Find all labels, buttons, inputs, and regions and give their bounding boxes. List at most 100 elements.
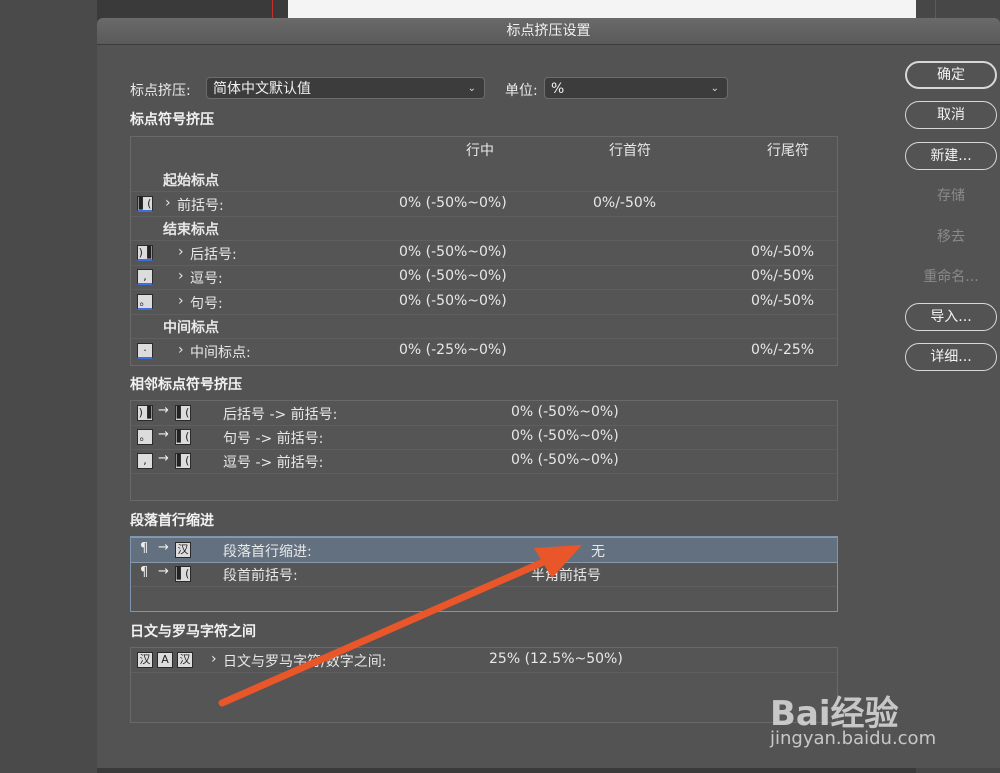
row-value-end: 0%/-50% xyxy=(751,268,815,284)
table-row[interactable]: ▌( › 前括号: 0% (-50%~0%) 0%/-50% xyxy=(131,192,837,217)
row-value-end: 0%/-25% xyxy=(751,342,815,358)
row-label: 中间标点: xyxy=(190,345,251,361)
expand-chevron-icon[interactable]: › xyxy=(178,342,184,358)
close-paren-icon: )▐ xyxy=(137,245,153,261)
table-row[interactable]: 汉 A 汉 › 日文与罗马字符/数字之间: 25% (12.5%~50%) xyxy=(131,648,837,673)
chevron-down-icon: ⌄ xyxy=(467,83,476,94)
rename-button[interactable]: 重命名... xyxy=(905,263,997,291)
kanji-icon: 汉 xyxy=(175,542,191,558)
row-label: 后括号 -> 前括号: xyxy=(223,407,338,423)
section-title-roman: 日文与罗马字符之间 xyxy=(130,624,256,640)
row-label: 段落首行缩进: xyxy=(223,544,312,560)
import-button[interactable]: 导入... xyxy=(905,303,997,331)
section-title-indent: 段落首行缩进 xyxy=(130,513,214,529)
comma-icon: , xyxy=(137,453,153,469)
mojikumi-select-value: 简体中文默认值 xyxy=(213,81,311,97)
group-row-middle[interactable]: 中间标点 xyxy=(131,314,837,339)
section-title-punct: 标点符号挤压 xyxy=(130,112,214,128)
table-row[interactable]: 。 → ▌( 句号 -> 前括号: 0% (-50%~0%) xyxy=(131,425,837,450)
table-row-selected[interactable]: ¶ → 汉 段落首行缩进: 无 xyxy=(131,537,837,563)
adjacent-table: )▐ → ▌( 后括号 -> 前括号: 0% (-50%~0%) 。 → ▌( … xyxy=(130,400,838,501)
arrow-right-icon: → xyxy=(158,403,169,418)
table-row[interactable]: 。 › 句号: 0% (-50%~0%) 0%/-50% xyxy=(131,290,837,315)
expand-chevron-icon[interactable]: › xyxy=(178,293,184,309)
unit-select[interactable]: % ⌄ xyxy=(544,77,728,99)
row-value: 0% (-50%~0%) xyxy=(511,404,619,420)
row-value: 0% (-50%~0%) xyxy=(511,428,619,444)
expand-chevron-icon[interactable]: › xyxy=(165,195,171,211)
row-label: 前括号: xyxy=(177,198,224,214)
mojikumi-label: 标点挤压: xyxy=(130,83,191,99)
column-header-line-end: 行尾符 xyxy=(767,143,809,159)
chevron-down-icon: ⌄ xyxy=(710,83,719,94)
open-paren-icon: ▌( xyxy=(175,405,191,421)
guide-line xyxy=(272,0,273,18)
row-value: 无 xyxy=(591,544,605,560)
row-label: 句号 -> 前括号: xyxy=(223,431,324,447)
period-icon: 。 xyxy=(137,294,153,310)
period-icon: 。 xyxy=(137,429,153,445)
mojikumi-select[interactable]: 简体中文默认值 ⌄ xyxy=(206,77,485,99)
pilcrow-icon: ¶ xyxy=(140,565,149,580)
mojikumi-dialog: 标点挤压设置 标点挤压: 简体中文默认值 ⌄ 单位: % ⌄ 标点符号挤压 行中… xyxy=(97,18,1000,768)
row-value-mid: 0% (-50%~0%) xyxy=(399,244,507,260)
dialog-title: 标点挤压设置 xyxy=(97,18,1000,45)
table-row[interactable]: , › 逗号: 0% (-50%~0%) 0%/-50% xyxy=(131,265,837,290)
table-row[interactable]: ¶ → ▌( 段首前括号: 半角前括号 xyxy=(131,562,837,587)
expand-chevron-icon[interactable]: › xyxy=(178,244,184,260)
row-value: 半角前括号 xyxy=(531,568,601,584)
group-label: 中间标点 xyxy=(163,320,219,336)
remove-button[interactable]: 移去 xyxy=(905,223,997,251)
table-row[interactable]: , → ▌( 逗号 -> 前括号: 0% (-50%~0%) xyxy=(131,449,837,474)
indent-table: ¶ → 汉 段落首行缩进: 无 ¶ → ▌( 段首前括号: 半角前括号 xyxy=(130,536,838,612)
row-label: 逗号: xyxy=(190,271,223,287)
unit-select-value: % xyxy=(551,81,565,97)
guide-line xyxy=(935,0,936,18)
expand-chevron-icon[interactable]: › xyxy=(178,268,184,284)
save-button[interactable]: 存储 xyxy=(905,182,997,210)
row-label: 句号: xyxy=(190,296,223,312)
watermark-url: jingyan.baidu.com xyxy=(770,728,937,749)
roman-letter-icon: A xyxy=(157,652,173,668)
details-button[interactable]: 详细... xyxy=(905,343,997,371)
unit-label: 单位: xyxy=(505,83,538,99)
row-label: 后括号: xyxy=(190,247,237,263)
arrow-right-icon: → xyxy=(158,564,169,579)
open-paren-icon: ▌( xyxy=(175,566,191,582)
row-value-end: 0%/-50% xyxy=(751,244,815,260)
open-paren-icon: ▌( xyxy=(137,196,153,212)
kanji-icon: 汉 xyxy=(137,652,153,668)
table-row[interactable]: )▐ → ▌( 后括号 -> 前括号: 0% (-50%~0%) xyxy=(131,401,837,426)
column-header-mid: 行中 xyxy=(466,143,494,159)
group-label: 起始标点 xyxy=(163,173,219,189)
new-button[interactable]: 新建... xyxy=(905,142,997,170)
table-row[interactable]: · › 中间标点: 0% (-25%~0%) 0%/-25% xyxy=(131,339,837,363)
row-label: 逗号 -> 前括号: xyxy=(223,455,324,471)
group-label: 结束标点 xyxy=(163,222,219,238)
punct-table: 行中 行首符 行尾符 起始标点 ▌( › 前括号: 0% (-50%~0%) 0… xyxy=(130,136,838,366)
pilcrow-icon: ¶ xyxy=(140,541,149,556)
cancel-button[interactable]: 取消 xyxy=(905,101,997,129)
column-header-line-start: 行首符 xyxy=(609,143,651,159)
group-row-close[interactable]: 结束标点 xyxy=(131,216,837,241)
row-value-mid: 0% (-25%~0%) xyxy=(399,342,507,358)
arrow-right-icon: → xyxy=(158,451,169,466)
open-paren-icon: ▌( xyxy=(175,429,191,445)
table-row[interactable]: )▐ › 后括号: 0% (-50%~0%) 0%/-50% xyxy=(131,241,837,266)
document-page xyxy=(288,0,916,18)
row-value-start: 0%/-50% xyxy=(593,195,657,211)
row-value-end: 0%/-50% xyxy=(751,293,815,309)
row-label: 日文与罗马字符/数字之间: xyxy=(223,654,387,670)
roman-table: 汉 A 汉 › 日文与罗马字符/数字之间: 25% (12.5%~50%) xyxy=(130,647,838,723)
ok-button[interactable]: 确定 xyxy=(905,61,997,89)
row-value: 0% (-50%~0%) xyxy=(511,452,619,468)
group-row-open[interactable]: 起始标点 xyxy=(131,167,837,192)
expand-chevron-icon[interactable]: › xyxy=(211,651,217,667)
open-paren-icon: ▌( xyxy=(175,453,191,469)
kanji-icon: 汉 xyxy=(177,652,193,668)
close-paren-icon: )▐ xyxy=(137,405,153,421)
row-value-mid: 0% (-50%~0%) xyxy=(399,293,507,309)
row-value-mid: 0% (-50%~0%) xyxy=(399,268,507,284)
middle-dot-icon: · xyxy=(137,343,153,359)
row-label: 段首前括号: xyxy=(223,568,298,584)
